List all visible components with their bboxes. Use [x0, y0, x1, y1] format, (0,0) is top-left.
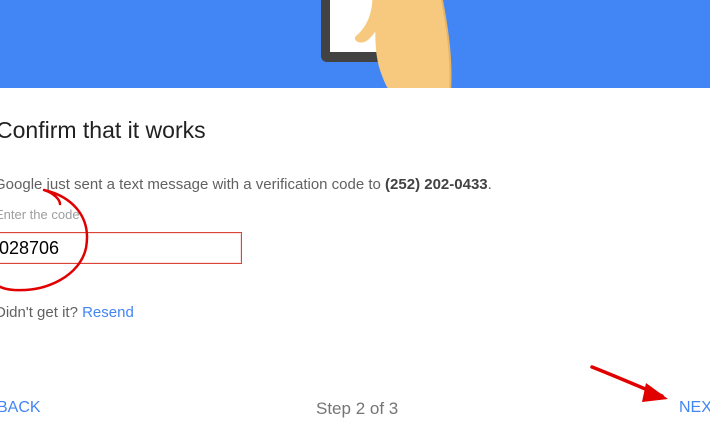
header-banner — [0, 0, 710, 88]
page-title: Confirm that it works — [0, 117, 206, 143]
red-arrow-shaft — [590, 365, 664, 398]
verification-code-input[interactable] — [0, 232, 242, 264]
phone-number: (252) 202-0433 — [385, 176, 488, 193]
description-suffix: . — [487, 176, 492, 193]
hand-holding-phone-icon — [321, 0, 452, 88]
resend-row: Didn't get it? Resend — [0, 304, 134, 321]
verification-description: Google just sent a text message with a v… — [0, 176, 492, 193]
resend-link[interactable]: Resend — [82, 304, 134, 321]
step-indicator: Step 2 of 3 — [316, 399, 399, 418]
resend-prompt: Didn't get it? — [0, 304, 83, 321]
description-text: Google just sent a text message with a v… — [0, 176, 386, 193]
code-field-label: Enter the code — [0, 207, 80, 222]
next-button[interactable]: NEXT — [679, 399, 710, 417]
back-button[interactable]: BACK — [0, 399, 41, 417]
red-arrow-head — [642, 383, 668, 402]
